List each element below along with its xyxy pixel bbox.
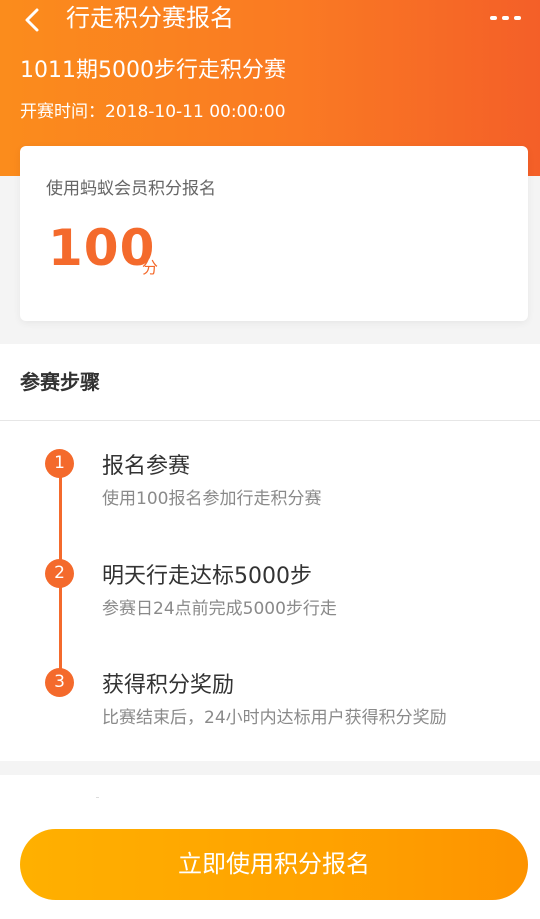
register-button[interactable]: 立即使用积分报名 bbox=[20, 829, 528, 900]
more-dots-icon bbox=[490, 16, 521, 20]
more-button[interactable] bbox=[486, 2, 526, 34]
step-number-2: 2 bbox=[45, 559, 74, 588]
step-desc-2: 参赛日24点前完成5000步行走 bbox=[102, 599, 337, 619]
event-start-time: 开赛时间：2018-10-11 00:00:00 bbox=[20, 102, 286, 122]
points-card: 使用蚂蚁会员积分报名 100 分 bbox=[20, 146, 528, 321]
event-name: 1011期5000步行走积分赛 bbox=[20, 58, 286, 83]
step-number-3: 3 bbox=[45, 668, 74, 697]
step-title-3: 获得积分奖励 bbox=[102, 673, 235, 698]
step-desc-1: 使用100报名参加行走积分赛 bbox=[102, 489, 322, 509]
steps-title: 参赛步骤 bbox=[20, 370, 100, 394]
steps-section: 参赛步骤 1 报名参赛 使用100报名参加行走积分赛 2 明天行走达标5000步… bbox=[0, 344, 540, 761]
points-unit: 分 bbox=[142, 258, 159, 277]
divider bbox=[96, 797, 99, 798]
divider bbox=[0, 420, 540, 421]
step-number-1: 1 bbox=[45, 449, 74, 478]
back-button[interactable] bbox=[14, 2, 50, 38]
bottom-action-bar: 立即使用积分报名 bbox=[0, 775, 540, 919]
step-desc-3: 比赛结束后，24小时内达标用户获得积分奖励 bbox=[102, 708, 447, 728]
page-title: 行走积分赛报名 bbox=[66, 4, 234, 32]
points-value: 100 bbox=[48, 219, 156, 277]
points-label: 使用蚂蚁会员积分报名 bbox=[46, 179, 216, 199]
step-title-1: 报名参赛 bbox=[102, 454, 191, 479]
step-title-2: 明天行走达标5000步 bbox=[102, 564, 312, 589]
chevron-left-icon bbox=[25, 8, 39, 32]
